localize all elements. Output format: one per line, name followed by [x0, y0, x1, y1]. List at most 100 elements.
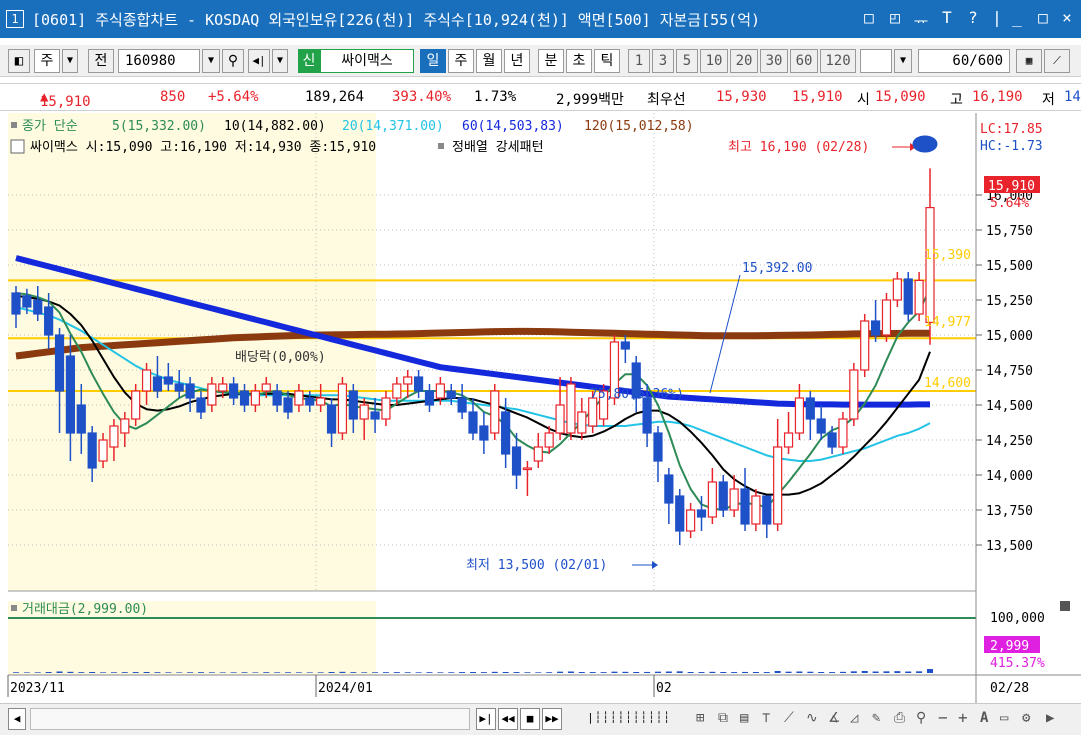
scrollbar[interactable] — [30, 708, 470, 730]
period-year-tab[interactable]: 년 — [504, 49, 530, 73]
search-icon[interactable]: ⚲ — [222, 49, 244, 73]
legend-ma20: 20(14,371.00) — [342, 119, 444, 134]
candle-up — [577, 411, 587, 434]
interval-30[interactable]: 30 — [760, 49, 788, 73]
volume-bar — [393, 672, 400, 673]
forward-icon[interactable]: ▶▶ — [542, 708, 562, 730]
candle-up — [261, 383, 271, 392]
interval-20[interactable]: 20 — [730, 49, 758, 73]
candle-up — [490, 390, 500, 434]
candle-down — [903, 278, 913, 315]
type-select[interactable]: 주 — [34, 49, 60, 73]
volume-bar — [361, 672, 368, 673]
shape-icon[interactable]: ◿ — [850, 710, 858, 726]
restore-icon[interactable]: ◰ — [884, 8, 906, 27]
volume-pane-close-icon[interactable] — [1060, 601, 1070, 611]
magnifier-icon[interactable]: ⚲ — [916, 710, 926, 726]
price-tick-label: 15,000 — [986, 329, 1033, 344]
screen-icon[interactable]: ▭ — [1000, 710, 1008, 726]
sound-icon[interactable]: ◀| — [248, 49, 270, 73]
price-change-pct: +5.64% — [208, 89, 259, 105]
price-tick-label: 14,000 — [986, 469, 1033, 484]
stop-icon[interactable]: ■ — [520, 708, 540, 730]
compare-icon[interactable]: ▦ — [1016, 49, 1042, 73]
trade-amount: 2,999백만 — [556, 92, 624, 108]
layout-grid-icon[interactable]: ⊞ — [696, 710, 704, 726]
scroll-right-icon[interactable]: ▶ — [1046, 710, 1054, 726]
zoom-out-icon[interactable]: − — [938, 708, 948, 727]
zoom-slider[interactable]: |┆┆┆┆┆┆┆┆┆┆ — [570, 708, 688, 730]
grid-toggle-icon[interactable] — [10, 139, 25, 154]
annotation-mid-value: 15,392.00 — [742, 261, 812, 276]
interval-10[interactable]: 10 — [700, 49, 728, 73]
scroll-left-icon[interactable]: ◀ — [8, 708, 26, 730]
code-dropdown-icon[interactable]: ▼ — [202, 49, 220, 73]
zoom-in-icon[interactable]: + — [958, 708, 968, 727]
candle-up — [98, 439, 108, 462]
period-minute-tab[interactable]: 분 — [538, 49, 564, 73]
maximize-icon[interactable]: □ — [1032, 8, 1054, 27]
interval-5[interactable]: 5 — [676, 49, 698, 73]
volume-bar — [524, 672, 531, 673]
minimize-icon[interactable]: _ — [1006, 8, 1028, 27]
candle-down — [762, 495, 772, 525]
candle-up — [729, 488, 739, 511]
sound-dropdown-icon[interactable]: ▼ — [272, 49, 288, 73]
fibo-icon[interactable]: ∡ — [828, 710, 841, 726]
play-icon[interactable]: ▶| — [476, 708, 496, 730]
period-tick-tab[interactable]: 틱 — [594, 49, 620, 73]
rewind-icon[interactable]: ◀◀ — [498, 708, 518, 730]
candle-down — [424, 390, 435, 406]
interval-input[interactable] — [860, 49, 892, 73]
volume-bar — [872, 671, 879, 673]
text-tool-icon[interactable]: A — [980, 710, 988, 726]
interval-1[interactable]: 1 — [628, 49, 650, 73]
volume-bar — [404, 672, 411, 673]
interval-dropdown-icon[interactable]: ▼ — [894, 49, 912, 73]
volume-bar — [328, 672, 335, 673]
volume-bar — [23, 672, 30, 673]
draw-icon[interactable]: ⟋ — [1044, 49, 1070, 73]
print-icon[interactable]: ⎙ — [894, 710, 905, 726]
stock-chart[interactable]: 16,00015,75015,50015,25015,00014,75014,5… — [0, 113, 1081, 703]
legend-square-icon — [11, 122, 17, 128]
prev-button[interactable]: 전 — [88, 49, 114, 73]
interval-120[interactable]: 120 — [820, 49, 856, 73]
candle-up — [773, 446, 783, 525]
candle-down — [185, 383, 195, 399]
hline-label-3: 14,600 — [924, 376, 971, 391]
volume-bar — [339, 671, 346, 673]
pin-icon[interactable]: ᅲ — [910, 8, 932, 32]
period-day-tab[interactable]: 일 — [420, 49, 446, 73]
layout-icon[interactable]: □ — [858, 8, 880, 27]
price-tick-label: 14,500 — [986, 399, 1033, 414]
period-month-tab[interactable]: 월 — [476, 49, 502, 73]
candle-up — [838, 418, 848, 448]
paint-icon[interactable]: ✎ — [872, 710, 880, 726]
help-icon[interactable]: ? — [962, 8, 984, 27]
chart-menu-icon[interactable]: ◧ — [8, 49, 30, 73]
period-week-tab[interactable]: 주 — [448, 49, 474, 73]
interval-60[interactable]: 60 — [790, 49, 818, 73]
interval-3[interactable]: 3 — [652, 49, 674, 73]
type-dropdown-icon[interactable]: ▼ — [62, 49, 78, 73]
candle-down — [163, 376, 173, 385]
candle-down — [653, 432, 663, 462]
chart-type-icon[interactable]: ▤ — [740, 710, 748, 726]
lc-label: LC:17.85 — [980, 122, 1043, 137]
window-icon[interactable]: ⧉ — [718, 710, 728, 726]
close-icon[interactable]: × — [1056, 8, 1078, 27]
price-tick-label: 14,750 — [986, 364, 1033, 379]
period-second-tab[interactable]: 초 — [566, 49, 592, 73]
bottom-toolbar: ◀ ▶| ◀◀ ■ ▶▶ |┆┆┆┆┆┆┆┆┆┆ ⊞ ⧉ ▤ ⊤ ⟋ ∿ ∡ ◿… — [0, 703, 1081, 735]
settings-icon[interactable]: ⚙ — [1022, 710, 1030, 726]
candle-down — [511, 446, 522, 476]
crosshair-icon[interactable]: ⊤ — [762, 710, 770, 726]
candle-up — [533, 446, 543, 462]
volume-bar — [796, 671, 803, 673]
font-icon[interactable]: T — [936, 8, 958, 27]
trend-line-icon[interactable]: ⟋ — [784, 710, 794, 726]
code-input[interactable]: 160980 — [118, 49, 200, 73]
count-input[interactable]: 60/600 — [918, 49, 1010, 73]
wave-icon[interactable]: ∿ — [806, 710, 818, 726]
